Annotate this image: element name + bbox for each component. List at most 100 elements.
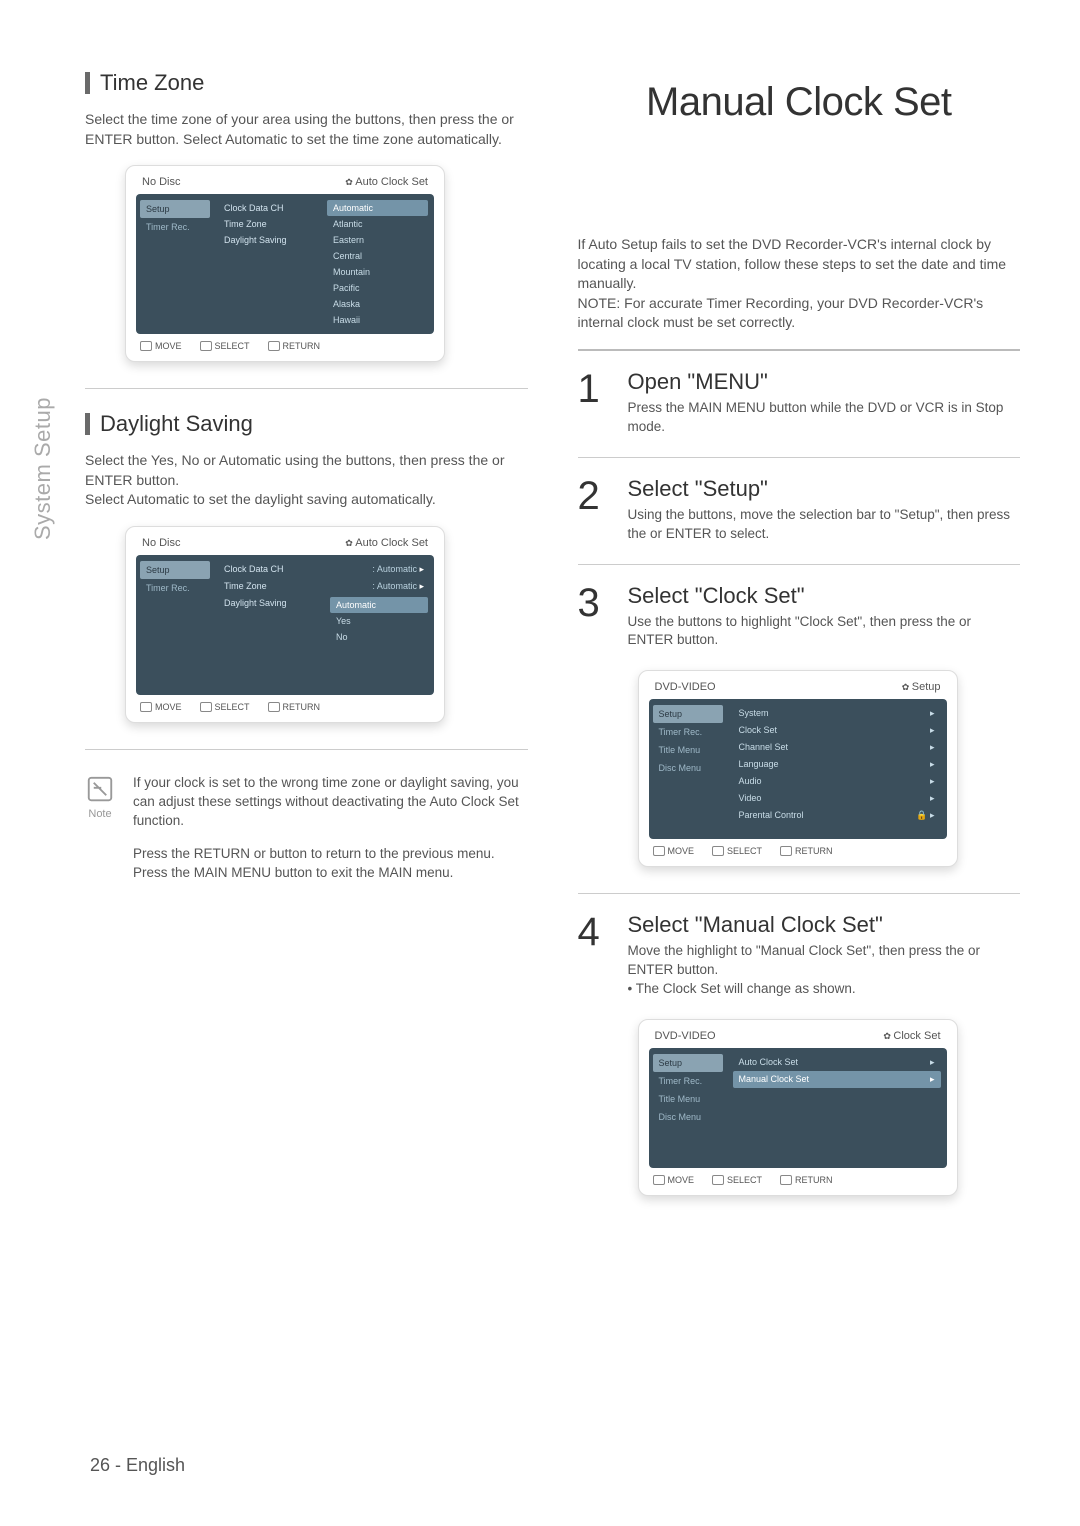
osd-option: Audio▸	[733, 773, 941, 790]
title-text: Daylight Saving	[100, 411, 253, 437]
daylight-paragraph: Select the Yes, No or Automatic using th…	[85, 451, 528, 510]
step-number: 3	[578, 583, 614, 651]
select-key-icon	[712, 846, 724, 856]
osd-option: Hawaii	[327, 312, 428, 328]
osd-top-right: Auto Clock Set	[345, 537, 428, 549]
osd-setup: DVD-VIDEO Setup Setup Timer Rec. Title M…	[638, 670, 958, 867]
step-text: Press the MAIN MENU button while the DVD…	[628, 399, 1021, 437]
step-text: Use the buttons to highlight "Clock Set"…	[628, 613, 1021, 651]
osd-option: Alaska	[327, 296, 428, 312]
title-text: Time Zone	[100, 70, 204, 96]
osd-top-left: DVD-VIDEO	[655, 681, 716, 693]
osd-side-item: Disc Menu	[653, 759, 723, 777]
osd-option: Mountain	[327, 264, 428, 280]
divider	[85, 388, 528, 389]
osd-row: Daylight Saving	[220, 232, 321, 248]
return-key-icon	[780, 846, 792, 856]
step-text: Using the buttons, move the selection ba…	[628, 506, 1021, 544]
osd-option: Yes	[330, 613, 428, 629]
page-footer: 26 - English	[90, 1455, 185, 1476]
side-tab: System Setup	[30, 397, 56, 540]
osd-sidebar: Setup Timer Rec.	[136, 555, 214, 695]
osd-side-item: Timer Rec.	[140, 218, 210, 236]
step-number: 1	[578, 369, 614, 437]
osd-option: Manual Clock Set▸	[733, 1071, 941, 1088]
osd-row: Clock Data CH	[220, 200, 321, 216]
osd-side-item: Setup	[653, 705, 723, 723]
osd-side-item: Timer Rec.	[653, 1072, 723, 1090]
step-title: Select "Setup"	[628, 476, 1021, 502]
osd-top-right: Clock Set	[883, 1030, 940, 1042]
osd-side-item: Title Menu	[653, 741, 723, 759]
osd-option: No	[330, 629, 428, 645]
osd-footer: MOVE SELECT RETURN	[649, 839, 947, 856]
page-container: Time Zone Select the time zone of your a…	[0, 0, 1080, 1262]
osd-option: Language▸	[733, 756, 941, 773]
step-text: Move the highlight to "Manual Clock Set"…	[628, 942, 1021, 999]
osd-side-item: Setup	[140, 561, 210, 579]
osd-side-item: Disc Menu	[653, 1108, 723, 1126]
note-text: If your clock is set to the wrong time z…	[133, 774, 528, 896]
osd-option: Channel Set▸	[733, 739, 941, 756]
section-title-timezone: Time Zone	[85, 70, 528, 96]
osd-option: Parental Control🔒 ▸	[733, 807, 941, 824]
note-icon: Note	[85, 774, 115, 896]
divider	[85, 749, 528, 750]
osd-timezone: No Disc Auto Clock Set Setup Timer Rec. …	[125, 165, 445, 362]
move-key-icon	[653, 1175, 665, 1185]
osd-sidebar: Setup Timer Rec. Title Menu Disc Menu	[649, 699, 727, 839]
step-title: Select "Clock Set"	[628, 583, 1021, 609]
step-title: Select "Manual Clock Set"	[628, 912, 1021, 938]
osd-daylight: No Disc Auto Clock Set Setup Timer Rec. …	[125, 526, 445, 723]
osd-option: Pacific	[327, 280, 428, 296]
osd-side-item: Timer Rec.	[140, 579, 210, 597]
osd-row: Clock Data CH: Automatic ▸	[220, 561, 428, 578]
move-key-icon	[653, 846, 665, 856]
intro-paragraph: If Auto Setup fails to set the DVD Recor…	[578, 235, 1021, 333]
step-4: 4 Select "Manual Clock Set" Move the hig…	[578, 912, 1021, 999]
page-title: Manual Clock Set	[578, 80, 1021, 125]
select-key-icon	[712, 1175, 724, 1185]
step-2: 2 Select "Setup" Using the buttons, move…	[578, 476, 1021, 544]
osd-row: Time Zone: Automatic ▸	[220, 578, 428, 595]
right-column: Manual Clock Set If Auto Setup fails to …	[578, 70, 1021, 1222]
osd-top-left: No Disc	[142, 176, 181, 188]
osd-top-right: Auto Clock Set	[345, 176, 428, 188]
move-key-icon	[140, 341, 152, 351]
osd-option: Central	[327, 248, 428, 264]
section-title-daylight: Daylight Saving	[85, 411, 528, 437]
divider	[578, 349, 1021, 351]
timezone-paragraph: Select the time zone of your area using …	[85, 110, 528, 149]
osd-side-item: Setup	[140, 200, 210, 218]
step-number: 4	[578, 912, 614, 999]
osd-option: Eastern	[327, 232, 428, 248]
osd-clockset: DVD-VIDEO Clock Set Setup Timer Rec. Tit…	[638, 1019, 958, 1196]
select-key-icon	[200, 341, 212, 351]
osd-option: Atlantic	[327, 216, 428, 232]
divider	[578, 893, 1021, 894]
osd-side-item: Setup	[653, 1054, 723, 1072]
osd-footer: MOVE SELECT RETURN	[649, 1168, 947, 1185]
step-title: Open "MENU"	[628, 369, 1021, 395]
return-key-icon	[268, 341, 280, 351]
osd-option: System▸	[733, 705, 941, 722]
osd-option: Automatic	[327, 200, 428, 216]
osd-footer: MOVE SELECT RETURN	[136, 695, 434, 712]
osd-option: Auto Clock Set▸	[733, 1054, 941, 1071]
return-key-icon	[780, 1175, 792, 1185]
osd-option: Video▸	[733, 790, 941, 807]
osd-option: Clock Set▸	[733, 722, 941, 739]
osd-side-item: Title Menu	[653, 1090, 723, 1108]
divider	[578, 564, 1021, 565]
osd-row: Time Zone	[220, 216, 321, 232]
osd-top-right: Setup	[902, 681, 941, 693]
step-1: 1 Open "MENU" Press the MAIN MENU button…	[578, 369, 1021, 437]
step-3: 3 Select "Clock Set" Use the buttons to …	[578, 583, 1021, 651]
osd-sidebar: Setup Timer Rec. Title Menu Disc Menu	[649, 1048, 727, 1168]
osd-top-left: DVD-VIDEO	[655, 1030, 716, 1042]
return-key-icon	[268, 702, 280, 712]
select-key-icon	[200, 702, 212, 712]
osd-sidebar: Setup Timer Rec.	[136, 194, 214, 334]
note-block: Note If your clock is set to the wrong t…	[85, 774, 528, 896]
osd-footer: MOVE SELECT RETURN	[136, 334, 434, 351]
